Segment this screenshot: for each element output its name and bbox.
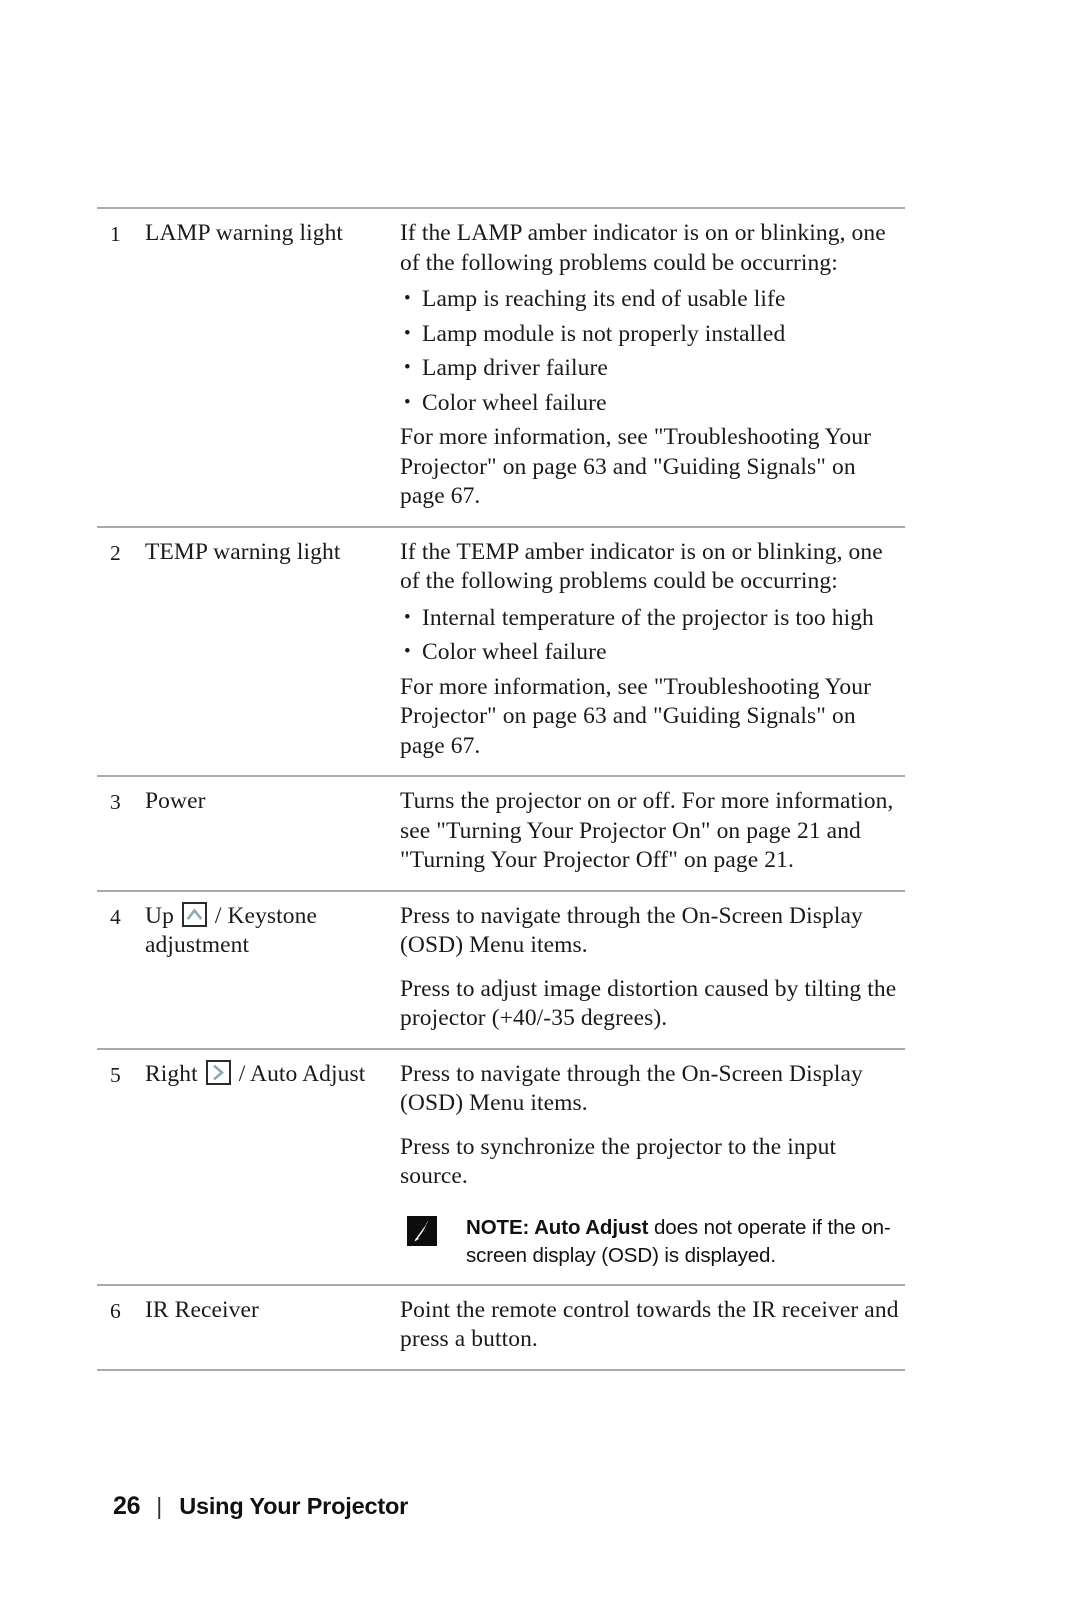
table-row: 6 IR Receiver Point the remote control t… bbox=[97, 1283, 905, 1371]
table-body: 1 LAMP warning light If the LAMP amber i… bbox=[97, 207, 905, 1371]
row-component-name: Power bbox=[145, 775, 400, 891]
row-number: 2 bbox=[97, 525, 145, 776]
list-item: Lamp is reaching its end of usable life bbox=[400, 284, 905, 315]
note-callout: NOTE: Auto Adjust does not operate if th… bbox=[400, 1214, 905, 1270]
manual-page: 1 LAMP warning light If the LAMP amber i… bbox=[0, 0, 1080, 1620]
table-row: 2 TEMP warning light If the TEMP amber i… bbox=[97, 525, 905, 776]
description-paragraph: For more information, see "Troubleshooti… bbox=[400, 424, 872, 509]
projector-controls-table: 1 LAMP warning light If the LAMP amber i… bbox=[97, 207, 905, 1371]
row-description: Press to navigate through the On-Screen … bbox=[400, 889, 905, 1049]
description-paragraph: For more information, see "Troubleshooti… bbox=[400, 673, 872, 759]
row-component-name-suffix: / Auto Adjust bbox=[232, 1060, 366, 1087]
note-label: NOTE: Auto Adjust bbox=[466, 1215, 649, 1239]
row-component-name: Right / Auto Adjust bbox=[145, 1047, 400, 1285]
row-component-name: IR Receiver bbox=[145, 1283, 400, 1371]
row-description: Press to navigate through the On-Screen … bbox=[400, 1047, 905, 1285]
row-number: 4 bbox=[97, 889, 145, 1049]
row-number: 5 bbox=[97, 1047, 145, 1285]
description-paragraph: Press to adjust image distortion caused … bbox=[400, 975, 897, 1032]
row-number: 6 bbox=[97, 1283, 145, 1371]
description-paragraph: Point the remote control towards the IR … bbox=[400, 1296, 899, 1353]
row-description: Point the remote control towards the IR … bbox=[400, 1283, 905, 1371]
row-component-name-prefix: Right bbox=[145, 1060, 204, 1087]
description-paragraph: Press to synchronize the projector to th… bbox=[400, 1133, 837, 1190]
list-item: Color wheel failure bbox=[400, 388, 905, 419]
table-row: 3 Power Turns the projector on or off. F… bbox=[97, 775, 905, 891]
description-paragraph: Turns the projector on or off. For more … bbox=[400, 788, 894, 873]
note-pencil-icon bbox=[407, 1215, 437, 1246]
description-paragraph: Press to navigate through the On-Screen … bbox=[400, 1060, 863, 1117]
description-bullet-list: Lamp is reaching its end of usable life … bbox=[400, 284, 905, 419]
row-description: If the TEMP amber indicator is on or bli… bbox=[400, 525, 905, 776]
list-item: Internal temperature of the projector is… bbox=[400, 603, 905, 634]
row-component-name: LAMP warning light bbox=[145, 207, 400, 527]
table-row: 5 Right / Auto Adjust Press to navigate … bbox=[97, 1047, 905, 1285]
right-arrow-key-icon[interactable] bbox=[205, 1059, 231, 1085]
list-item: Lamp module is not properly installed bbox=[400, 319, 905, 350]
description-bullet-list: Internal temperature of the projector is… bbox=[400, 603, 905, 668]
footer-page-number: 26 bbox=[113, 1492, 141, 1520]
description-paragraph: If the TEMP amber indicator is on or bli… bbox=[400, 538, 883, 595]
table-row: 1 LAMP warning light If the LAMP amber i… bbox=[97, 207, 905, 527]
row-component-name: Up / Keystone adjustment bbox=[145, 889, 400, 1049]
footer-section-title: Using Your Projector bbox=[179, 1493, 409, 1519]
row-description: Turns the projector on or off. For more … bbox=[400, 775, 905, 891]
list-item: Color wheel failure bbox=[400, 637, 905, 668]
footer-separator: | bbox=[156, 1493, 163, 1519]
row-number: 3 bbox=[97, 775, 145, 891]
description-paragraph: Press to navigate through the On-Screen … bbox=[400, 902, 863, 959]
list-item: Lamp driver failure bbox=[400, 353, 905, 384]
up-arrow-key-icon[interactable] bbox=[181, 901, 207, 927]
row-description: If the LAMP amber indicator is on or bli… bbox=[400, 207, 905, 527]
row-component-name-prefix: Up bbox=[145, 902, 180, 929]
page-footer: 26 | Using Your Projector bbox=[113, 1492, 408, 1521]
row-component-name: TEMP warning light bbox=[145, 525, 400, 776]
row-number: 1 bbox=[97, 207, 145, 527]
table-row: 4 Up / Keystone adjustment Press to navi… bbox=[97, 889, 905, 1049]
description-paragraph: If the LAMP amber indicator is on or bli… bbox=[400, 220, 886, 276]
